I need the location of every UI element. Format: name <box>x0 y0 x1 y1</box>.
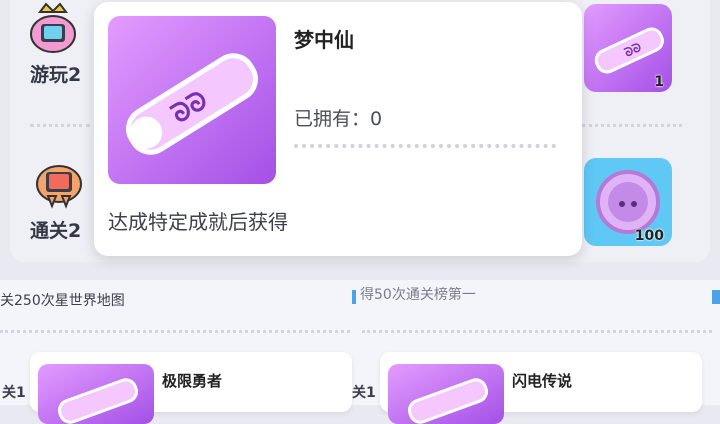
ticket-icon <box>38 364 154 424</box>
coin-reward[interactable]: 100 <box>584 158 672 246</box>
achievement-card[interactable]: 极限勇者 <box>30 352 352 424</box>
ticket-icon: ᘐᘐ <box>108 16 276 184</box>
reward-count: 1 <box>654 74 664 90</box>
accent-bar <box>352 290 356 304</box>
divider <box>362 330 712 333</box>
divider <box>294 144 556 148</box>
reward-count: 100 <box>634 228 664 244</box>
row-label-play: 游玩2 <box>30 64 82 86</box>
achievement-card[interactable]: 闪电传说 <box>380 352 702 424</box>
ticket-reward[interactable]: ᘐᘐ 1 <box>584 4 672 92</box>
accent-bar <box>712 290 720 304</box>
ticket-icon <box>388 364 504 424</box>
achievement-desc-left: 关250次星世界地图 <box>0 293 125 309</box>
card-title: 闪电传说 <box>512 372 573 390</box>
divider <box>582 124 682 127</box>
card-title: 极限勇者 <box>162 372 223 390</box>
achievement-desc-right: 得50次通关榜第一 <box>360 287 476 303</box>
divider <box>30 124 90 127</box>
item-detail-popup: ᘐᘐ 梦中仙 已拥有：0 达成特定成就后获得 <box>94 2 582 256</box>
divider <box>0 330 350 333</box>
owned-count: 已拥有：0 <box>294 108 383 130</box>
crown-badge-icon <box>28 2 78 53</box>
row-side-label: 关1 <box>2 385 26 401</box>
row-side-label: 关1 <box>352 385 376 401</box>
item-title: 梦中仙 <box>294 28 354 52</box>
item-description: 达成特定成就后获得 <box>108 210 288 234</box>
row-label-clear: 通关2 <box>30 220 82 242</box>
book-badge-icon <box>34 158 84 209</box>
